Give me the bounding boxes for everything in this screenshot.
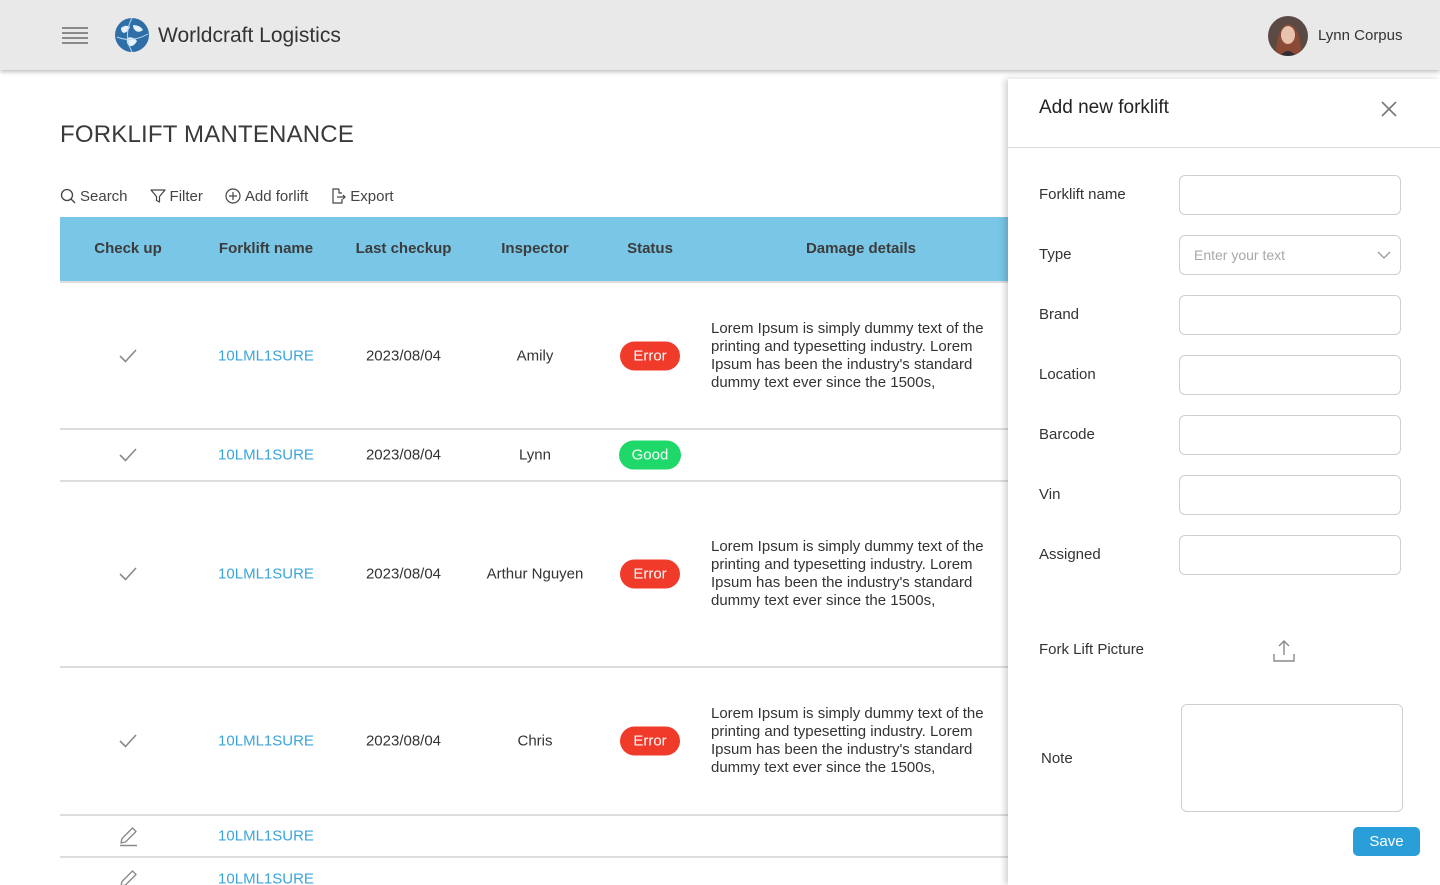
table-row[interactable]: 10LML1SURE [60,858,1020,885]
avatar[interactable] [1268,16,1308,56]
filter-button[interactable]: Filter [149,187,203,205]
barcode-input[interactable] [1179,415,1401,455]
pencil-icon[interactable] [60,825,196,847]
search-label: Search [80,187,128,205]
forklift-name-link[interactable]: 10LML1SURE [196,347,336,364]
status-badge: Error [620,559,680,589]
search-button[interactable]: Search [60,188,128,205]
damage-details: Lorem Ipsum is simply dummy text of the … [711,538,984,609]
upload-icon[interactable] [1271,638,1297,664]
table-header: Check up Forklift name Last checkup Insp… [60,217,1020,281]
forklift-name-link[interactable]: 10LML1SURE [196,447,336,464]
location-input[interactable] [1179,355,1401,395]
last-checkup-date: 2023/08/04 [365,347,442,364]
column-header-last-checkup[interactable]: Last checkup [336,217,471,281]
chevron-down-icon [1377,251,1391,259]
add-forklift-button[interactable]: Add forlift [225,188,308,205]
inspector-name: Lynn [519,446,551,464]
check-icon[interactable] [60,733,196,749]
pencil-icon[interactable] [60,868,196,885]
damage-details: Lorem Ipsum is simply dummy text of the … [711,705,984,776]
note-label: Note [1041,750,1073,767]
drawer-title: Add new forklift [1039,97,1169,118]
user-name[interactable]: Lynn Corpus [1318,27,1403,44]
forklift-name-link[interactable]: 10LML1SURE [196,871,336,885]
status-badge: Error [620,341,680,370]
hamburger-menu-icon[interactable] [62,27,88,45]
vin-label: Vin [1039,486,1061,503]
export-button[interactable]: Export [330,187,394,205]
export-label: Export [350,187,394,205]
brand-label: Brand [1039,306,1080,323]
page-title: FORKLIFT MANTENANCE [60,121,355,148]
table-row[interactable]: 10LML1SURE 2023/08/04 Amily Error Lorem … [60,283,1020,430]
check-icon[interactable] [60,447,196,463]
status-badge: Error [620,726,680,756]
column-header-status[interactable]: Status [600,217,700,281]
forklift-name-link[interactable]: 10LML1SURE [196,733,336,750]
inspector-name: Amily [516,347,554,364]
app-title: Worldcraft Logistics [158,24,341,47]
table-row[interactable]: 10LML1SURE 2023/08/04 Arthur Nguyen Erro… [60,482,1020,668]
type-select[interactable]: Enter your text [1179,235,1401,275]
forklift-name-input[interactable] [1179,175,1401,215]
top-bar: Worldcraft Logistics Lynn Corpus [0,0,1440,70]
note-textarea[interactable] [1181,704,1403,812]
check-icon[interactable] [60,348,196,364]
save-button[interactable]: Save [1353,827,1420,856]
forklift-name-link[interactable]: 10LML1SURE [196,566,336,583]
close-icon[interactable] [1378,98,1400,120]
add-forklift-label: Add forlift [244,187,309,205]
table-row[interactable]: 10LML1SURE 2023/08/04 Lynn Good [60,430,1020,482]
drawer-divider [1008,147,1440,148]
assigned-label: Assigned [1039,546,1101,563]
brand-input[interactable] [1179,295,1401,335]
export-icon [332,188,347,204]
search-icon [60,188,76,204]
column-header-check-up[interactable]: Check up [60,217,196,281]
globe-logo-icon [115,17,149,53]
inspector-name: Chris [517,732,553,750]
vin-input[interactable] [1179,475,1401,515]
toolbar: Search Filter Add forlift Export [60,185,416,207]
forklift-name-label: Forklift name [1039,186,1126,203]
table-row[interactable]: 10LML1SURE [60,816,1020,858]
type-label: Type [1039,246,1072,263]
status-badge: Good [618,440,682,470]
check-icon[interactable] [60,566,196,582]
damage-details: Lorem Ipsum is simply dummy text of the … [711,319,984,391]
add-forklift-drawer: Add new forklift Forklift name Type Ente… [1008,79,1440,885]
table-row[interactable]: 10LML1SURE 2023/08/04 Chris Error Lorem … [60,668,1020,816]
barcode-label: Barcode [1039,426,1095,443]
last-checkup-date: 2023/08/04 [365,732,442,750]
filter-icon [149,189,166,203]
fork-lift-picture-label: Fork Lift Picture [1039,641,1145,658]
last-checkup-date: 2023/08/04 [365,565,442,583]
type-placeholder: Enter your text [1194,247,1286,263]
column-header-inspector[interactable]: Inspector [471,217,599,281]
assigned-input[interactable] [1179,535,1401,575]
last-checkup-date: 2023/08/04 [365,446,442,464]
column-header-forklift-name[interactable]: Forklift name [196,217,336,281]
plus-circle-icon [225,188,241,204]
forklift-name-link[interactable]: 10LML1SURE [196,828,336,845]
location-label: Location [1039,366,1096,383]
filter-label: Filter [169,187,203,205]
column-header-damage-details[interactable]: Damage details [711,217,1011,281]
inspector-name: Arthur Nguyen [486,565,584,583]
